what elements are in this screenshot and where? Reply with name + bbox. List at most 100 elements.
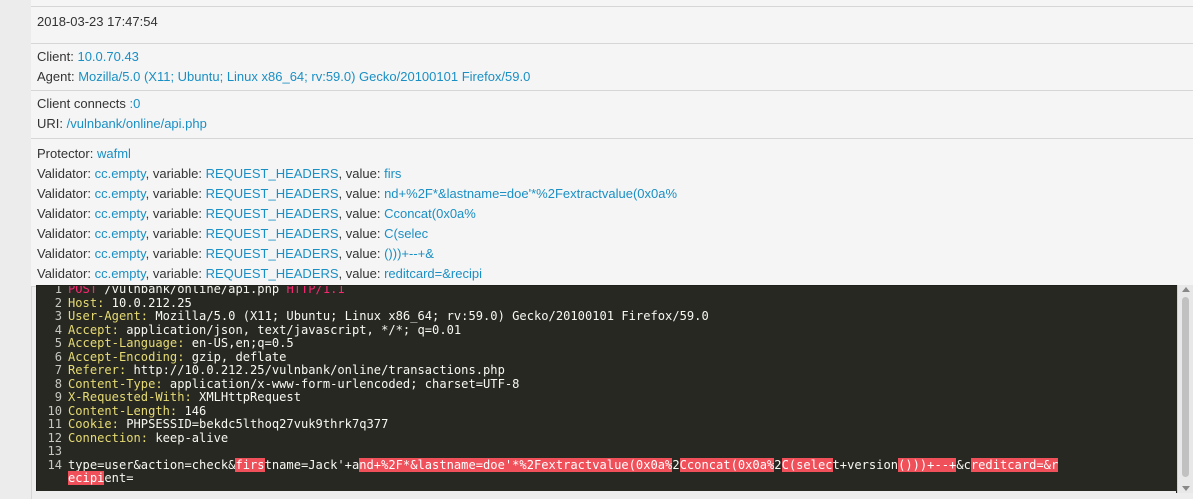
- highlighted-fragment: ecipi: [68, 471, 105, 485]
- validator-name[interactable]: cc.empty: [95, 166, 146, 181]
- protector-value[interactable]: wafml: [97, 146, 131, 161]
- header-key: Host:: [68, 295, 105, 310]
- validator-name[interactable]: cc.empty: [95, 186, 146, 201]
- variable-label: , variable:: [145, 246, 206, 261]
- uri-value[interactable]: /vulnbank/online/api.php: [67, 116, 207, 131]
- line-number: 7: [54, 363, 62, 377]
- agent-line: Agent: Mozilla/5.0 (X11; Ubuntu; Linux x…: [31, 67, 1193, 87]
- header-value: XMLHttpRequest: [191, 390, 301, 404]
- line-number: 14: [47, 457, 62, 472]
- variable-label: , variable:: [145, 166, 206, 181]
- row-timestamp: 2018-03-23 17:47:54: [31, 7, 1193, 44]
- header-key: User-Agent:: [68, 309, 149, 323]
- line-number: 2: [54, 295, 62, 310]
- variable-label: , variable:: [145, 206, 206, 221]
- vertical-scrollbar[interactable]: [1177, 285, 1193, 493]
- validator-label: Validator:: [37, 266, 95, 281]
- validator-value[interactable]: nd+%2F*&lastname=doe'*%2Fextractvalue(0x…: [384, 186, 677, 201]
- row-client: Client: 10.0.70.43 Agent: Mozilla/5.0 (X…: [31, 44, 1193, 91]
- header-value: 146: [177, 403, 207, 418]
- value-label: , value:: [338, 246, 385, 261]
- validator-name[interactable]: cc.empty: [95, 246, 146, 261]
- header-value: application/json, text/javascript, */*; …: [118, 322, 462, 337]
- line-number: 4: [54, 322, 62, 337]
- line-number: 12: [47, 430, 62, 445]
- validator-label: Validator:: [37, 166, 95, 181]
- code-line: 10 Content-Length: 146: [37, 403, 1177, 419]
- header-value: Mozilla/5.0 (X11; Ubuntu; Linux x86_64; …: [148, 309, 709, 323]
- header-key: Accept-Encoding:: [68, 349, 185, 364]
- code-line: 3 User-Agent: Mozilla/5.0 (X11; Ubuntu; L…: [37, 309, 1177, 324]
- validator-variable[interactable]: REQUEST_HEADERS: [206, 226, 339, 241]
- scroll-thumb[interactable]: [1182, 297, 1189, 477]
- header-key: Cookie:: [68, 417, 119, 431]
- validator-variable[interactable]: REQUEST_HEADERS: [206, 186, 339, 201]
- validator-label: Validator:: [37, 246, 95, 261]
- protector-label: Protector:: [37, 146, 97, 161]
- body-fragment: type=user&action=check&: [68, 457, 236, 472]
- code-lines: 1 POST /vulnbank/online/api.php HTTP/1.1 …: [37, 285, 1177, 486]
- validator-variable[interactable]: REQUEST_HEADERS: [206, 206, 339, 221]
- bottom-strip: [36, 491, 1176, 499]
- validator-name[interactable]: cc.empty: [95, 206, 146, 221]
- validator-variable[interactable]: REQUEST_HEADERS: [206, 266, 339, 281]
- code-line: 12 Connection: keep-alive: [37, 430, 1177, 446]
- raw-request-viewer[interactable]: 1 POST /vulnbank/online/api.php HTTP/1.1 …: [36, 285, 1178, 493]
- code-line: 11 Cookie: PHPSESSID=bekdc5lthoq27vuk9thr…: [37, 417, 1177, 432]
- row-top-cut: [31, 0, 1193, 7]
- validator-line: Validator: cc.empty, variable: REQUEST_H…: [31, 204, 1193, 224]
- validator-name[interactable]: cc.empty: [95, 266, 146, 281]
- validator-variable[interactable]: REQUEST_HEADERS: [206, 246, 339, 261]
- validator-label: Validator:: [37, 226, 95, 241]
- value-label: , value:: [338, 166, 385, 181]
- client-label: Client:: [37, 49, 78, 64]
- body-fragment: ent=: [104, 471, 134, 485]
- validator-line: Validator: cc.empty, variable: REQUEST_H…: [31, 184, 1193, 204]
- line-number: 8: [54, 376, 62, 391]
- body-fragment: 2: [672, 457, 680, 472]
- highlighted-fragment: C(selec: [781, 457, 833, 472]
- header-lines: 2 Host: 10.0.212.25 3 User-Agent: Mozilla/5…: [37, 295, 1177, 446]
- line-number: 6: [54, 349, 62, 364]
- line-number: 5: [54, 336, 62, 350]
- validator-value[interactable]: Cconcat(0x0a%: [384, 206, 476, 221]
- header-key: X-Requested-With:: [68, 390, 192, 404]
- body-fragment: t+version: [832, 457, 899, 472]
- code-line: 5 Accept-Language: en-US,en;q=0.5: [37, 336, 1177, 351]
- client-line: Client: 10.0.70.43: [31, 47, 1193, 67]
- validator-value[interactable]: ()))+--+&: [384, 246, 434, 261]
- validator-variable[interactable]: REQUEST_HEADERS: [206, 166, 339, 181]
- header-key: Connection:: [68, 430, 149, 445]
- line-number: 13: [47, 444, 62, 458]
- agent-label: Agent:: [37, 69, 79, 84]
- body-fragment: tname=Jack'+a: [264, 457, 360, 472]
- connects-line: Client connects :0: [31, 94, 1193, 114]
- body-fragment: &c: [956, 457, 971, 472]
- row-validators: Protector: wafml Validator: cc.empty, va…: [31, 139, 1193, 287]
- connects-value[interactable]: :0: [130, 96, 141, 111]
- header-value: 10.0.212.25: [104, 295, 192, 310]
- header-value: application/x-www-form-urlencoded; chars…: [162, 376, 520, 391]
- client-ip[interactable]: 10.0.70.43: [77, 49, 138, 64]
- line-number: 1: [54, 285, 62, 296]
- validator-value[interactable]: firs: [384, 166, 401, 181]
- validator-value[interactable]: reditcard=&recipi: [384, 266, 482, 281]
- validator-value[interactable]: C(selec: [384, 226, 428, 241]
- header-key: Accept:: [68, 322, 119, 337]
- highlighted-fragment: reditcard=&r: [970, 457, 1059, 472]
- uri-line: URI: /vulnbank/online/api.php: [31, 114, 1193, 134]
- header-key: Content-Type:: [68, 376, 163, 391]
- scroll-down-icon[interactable]: [1182, 486, 1190, 491]
- scroll-up-icon[interactable]: [1182, 287, 1190, 292]
- line-number: 11: [47, 417, 62, 431]
- row-connection: Client connects :0 URI: /vulnbank/online…: [31, 91, 1193, 139]
- variable-label: , variable:: [145, 186, 206, 201]
- http-path: /vulnbank/online/api.php: [97, 285, 287, 296]
- validator-name[interactable]: cc.empty: [95, 226, 146, 241]
- header-value: gzip, deflate: [184, 349, 287, 364]
- highlighted-fragment: Cconcat(0x0a%: [679, 457, 775, 472]
- validator-label: Validator:: [37, 206, 95, 221]
- line-number: 10: [47, 403, 62, 418]
- agent-value[interactable]: Mozilla/5.0 (X11; Ubuntu; Linux x86_64; …: [78, 69, 530, 84]
- header-value: PHPSESSID=bekdc5lthoq27vuk9thrk7q377: [118, 417, 389, 431]
